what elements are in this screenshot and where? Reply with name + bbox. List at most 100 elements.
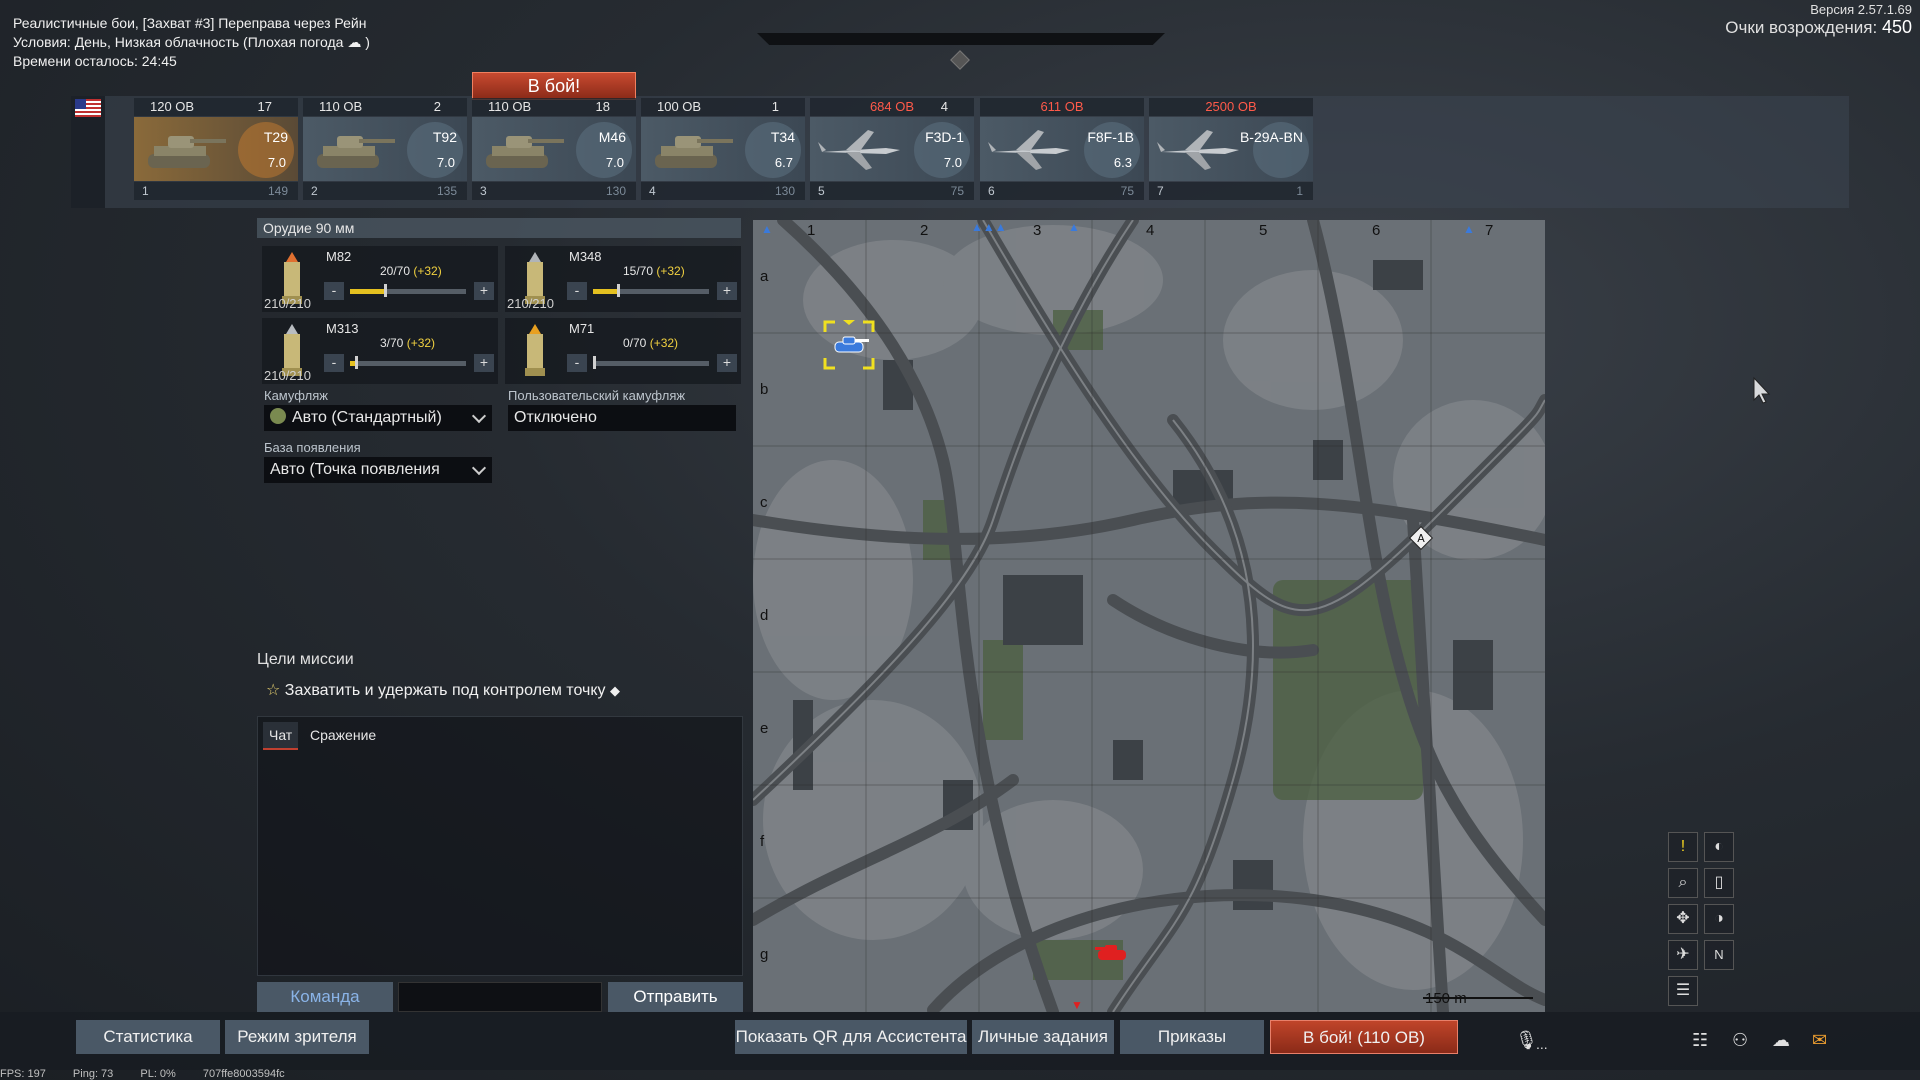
vehicle-footer: 6 75	[980, 182, 1144, 200]
ammo-slider[interactable]	[593, 356, 709, 369]
move-icon[interactable]: ✥	[1668, 904, 1698, 934]
battle-info: Реалистичные бои, [Захват #3] Переправа …	[13, 14, 370, 71]
map-row-label: b	[760, 381, 769, 398]
tactical-map[interactable]: 1 2 3 4 5 6 7 a b c d e f g A ▲ ▲▲▲ ▲ ▲ ▼	[753, 220, 1545, 1012]
increase-button[interactable]: +	[474, 354, 494, 372]
show-qr-button[interactable]: Показать QR для Ассистента	[735, 1020, 967, 1054]
mouse-wheel-icon: ▯	[1704, 868, 1734, 898]
vehicle-slot: 6	[988, 184, 995, 198]
ammo-slider-handle[interactable]	[354, 356, 358, 369]
map-col-label: 5	[1259, 222, 1268, 239]
decrease-button[interactable]: -	[567, 354, 587, 372]
crew-level: 135	[436, 184, 457, 198]
map-col-label: 6	[1372, 222, 1381, 239]
map-col-label: 1	[807, 222, 816, 239]
chat-icon[interactable]: ☁	[1772, 1030, 1796, 1050]
shell-slot-m348[interactable]: M348 210/210 15/70 (+32) - +	[505, 246, 741, 312]
to-battle-top-button[interactable]: В бой!	[472, 72, 636, 100]
ping-label: Ping: 73	[72, 1068, 114, 1080]
vehicle-card-7[interactable]: 2500 ОВ B-29A-BN 7 1	[1149, 98, 1313, 202]
ammo-slider-handle[interactable]	[383, 284, 387, 297]
increase-button[interactable]: +	[717, 354, 737, 372]
vehicle-slot: 5	[818, 184, 825, 198]
shell-icon	[525, 324, 545, 376]
mouse-left-icon: ◐	[1704, 832, 1734, 862]
increase-button[interactable]: +	[717, 282, 737, 300]
vehicle-card-4[interactable]: 100 ОВ 1 T34 6.7 4 130	[641, 98, 805, 202]
vehicle-card-5[interactable]: 684 ОВ 4 F3D-1 7.0 5 75	[810, 98, 974, 202]
camo-select[interactable]: Авто (Стандартный)	[264, 405, 492, 431]
shell-name: M71	[569, 321, 595, 336]
vehicle-card-1[interactable]: 120 ОВ 17 T29 7.0 1 149	[134, 98, 298, 202]
tank-silhouette-icon	[317, 136, 395, 168]
vehicle-name: M46	[598, 129, 626, 145]
chat-panel	[257, 716, 743, 976]
vehicle-slot: 4	[649, 184, 656, 198]
shell-count: 3/70 (+32)	[380, 336, 436, 350]
tab-chat[interactable]: Чат	[263, 722, 299, 750]
vehicle-cost: 120 ОВ	[150, 99, 195, 114]
vehicle-header: 2500 ОВ	[1149, 98, 1313, 116]
decrease-button[interactable]: -	[567, 282, 587, 300]
crew-level: 75	[950, 184, 964, 198]
vehicle-card-2[interactable]: 110 ОВ 2 T92 7.0 2 135	[303, 98, 467, 202]
camo-icon	[270, 408, 286, 424]
vehicle-card-3[interactable]: 110 ОВ 18 M46 7.0 3 130	[472, 98, 636, 202]
vehicle-cost: 110 ОВ	[319, 99, 363, 114]
mail-icon[interactable]: ✉	[1812, 1030, 1836, 1050]
vehicle-name: B-29A-BN	[1239, 129, 1303, 145]
capture-point-icon	[950, 50, 970, 70]
spawn-base-select[interactable]: Авто (Точка появления	[264, 457, 492, 483]
ammo-slider[interactable]	[350, 284, 466, 297]
aircraft-icon[interactable]: ✈	[1668, 940, 1698, 970]
crew-level: 130	[605, 184, 626, 198]
statistics-button[interactable]: Статистика	[76, 1020, 220, 1054]
ammo-slider-handle[interactable]	[593, 356, 596, 369]
ammo-slider-handle[interactable]	[617, 284, 621, 297]
increase-button[interactable]: +	[474, 282, 494, 300]
user-camo-select[interactable]: Отключено	[508, 405, 736, 431]
decrease-button[interactable]: -	[324, 282, 344, 300]
to-battle-button[interactable]: В бой! (110 ОВ)	[1270, 1020, 1458, 1054]
vehicle-cost: 110 ОВ	[488, 99, 532, 114]
zoom-icon[interactable]: ⌕	[1668, 868, 1698, 898]
shell-slot-m82[interactable]: M82 210/210 20/70 (+32) - +	[262, 246, 498, 312]
spectator-button[interactable]: Режим зрителя	[225, 1020, 369, 1054]
orders-button[interactable]: Приказы	[1120, 1020, 1264, 1054]
vehicle-ammo-count: 18	[595, 99, 610, 114]
vehicle-card-6[interactable]: 611 ОВ F8F-1B 6.3 6 75	[980, 98, 1144, 202]
vehicle-name: F3D-1	[925, 129, 964, 145]
shell-stock: 210/210	[507, 296, 554, 311]
chevron-down-icon	[471, 460, 487, 476]
ammo-slider[interactable]	[593, 284, 709, 297]
vehicle-header: 100 ОВ 1	[641, 98, 805, 116]
crew-level: 75	[1120, 184, 1134, 198]
tab-battle[interactable]: Сражение	[304, 722, 382, 748]
north-toggle[interactable]: N	[1704, 940, 1734, 970]
spawn-base-label: База появления	[264, 440, 361, 455]
vehicle-footer: 4 130	[641, 182, 805, 200]
mission-title: Цели миссии	[257, 651, 354, 668]
vehicle-cost: 611 ОВ	[1040, 99, 1084, 114]
shell-count: 15/70 (+32)	[623, 264, 685, 278]
list-icon[interactable]: ☷	[1692, 1030, 1716, 1050]
crew-level: 1	[1296, 184, 1303, 198]
time-left: Времени осталось: 24:45	[13, 53, 177, 69]
battle-rating: 6.7	[774, 155, 793, 170]
map-col-label: 4	[1146, 222, 1155, 239]
squad-icon[interactable]: ⚇	[1732, 1030, 1756, 1050]
map-col-label: 2	[920, 222, 929, 239]
shell-slot-m313[interactable]: M313 210/210 3/70 (+32) - +	[262, 318, 498, 384]
shell-slot-m71[interactable]: M71 0/70 (+32) - +	[505, 318, 741, 384]
us-flag-icon	[75, 99, 101, 117]
decrease-button[interactable]: -	[324, 354, 344, 372]
personal-tasks-button[interactable]: Личные задания	[972, 1020, 1114, 1054]
send-button[interactable]: Отправить	[608, 982, 743, 1012]
chat-input[interactable]	[398, 982, 602, 1012]
alert-icon[interactable]: !	[1668, 832, 1698, 862]
vehicle-footer: 1 149	[134, 182, 298, 200]
vehicle-header: 611 ОВ	[980, 98, 1144, 116]
team-button[interactable]: Команда	[257, 982, 393, 1012]
ammo-slider[interactable]	[350, 356, 466, 369]
settings-sliders-icon[interactable]: ☰	[1668, 976, 1698, 1006]
